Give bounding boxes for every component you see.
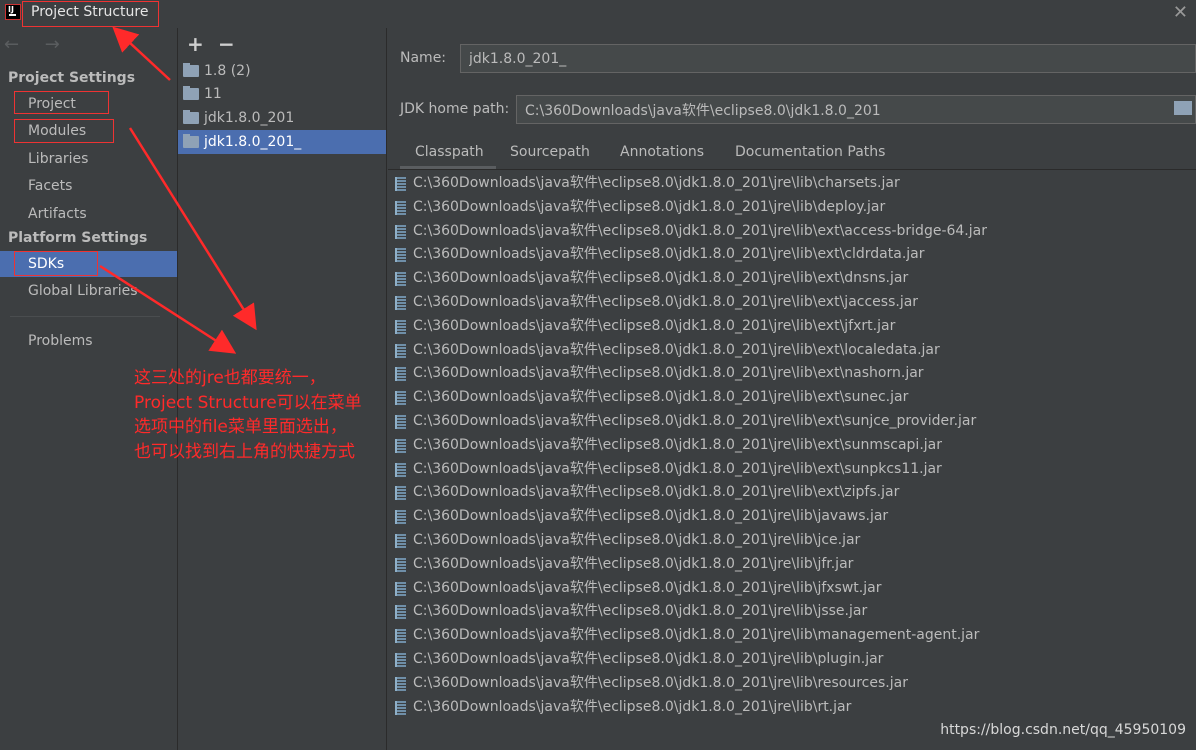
annotation-line: 选项中的file菜单里面选出， <box>134 417 347 437</box>
annotation-line: Project Structure可以在菜单 <box>134 392 362 413</box>
watermark: https://blog.csdn.net/qq_45950109 <box>940 722 1186 738</box>
annotation-note: 这三处的jre也都要统一， Project Structure可以在菜单 选项中… <box>134 366 394 464</box>
annotation-arrow-title <box>112 26 171 81</box>
annotation-line: 这三处的jre也都要统一， <box>134 368 326 388</box>
annotation-line: 也可以找到右上角的快捷方式 <box>134 441 355 462</box>
annotation-arrow-sdks <box>99 264 237 354</box>
